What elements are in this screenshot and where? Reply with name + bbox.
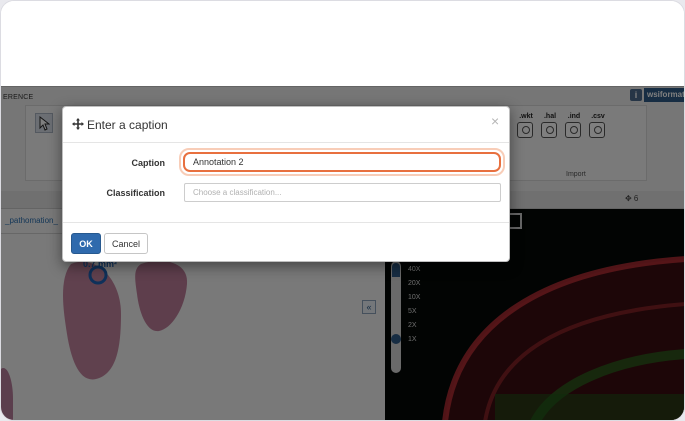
dialog-footer-divider [63,222,509,223]
classification-select[interactable] [184,183,501,202]
cancel-button[interactable]: Cancel [104,233,148,254]
caption-dialog: Enter a caption × Caption Classification… [62,106,510,262]
classification-label: Classification [106,188,165,198]
caption-label: Caption [131,158,166,168]
close-icon[interactable]: × [491,113,499,129]
dialog-header[interactable]: Enter a caption × [63,107,509,143]
screen-frame: ERENCE .wkt .hal .ind .csv Import i wsif… [0,0,685,421]
caption-input[interactable] [183,152,501,172]
move-icon[interactable] [72,118,84,130]
dialog-title: Enter a caption [87,118,168,132]
blank-top-area [1,1,684,86]
ok-button[interactable]: OK [71,233,101,254]
